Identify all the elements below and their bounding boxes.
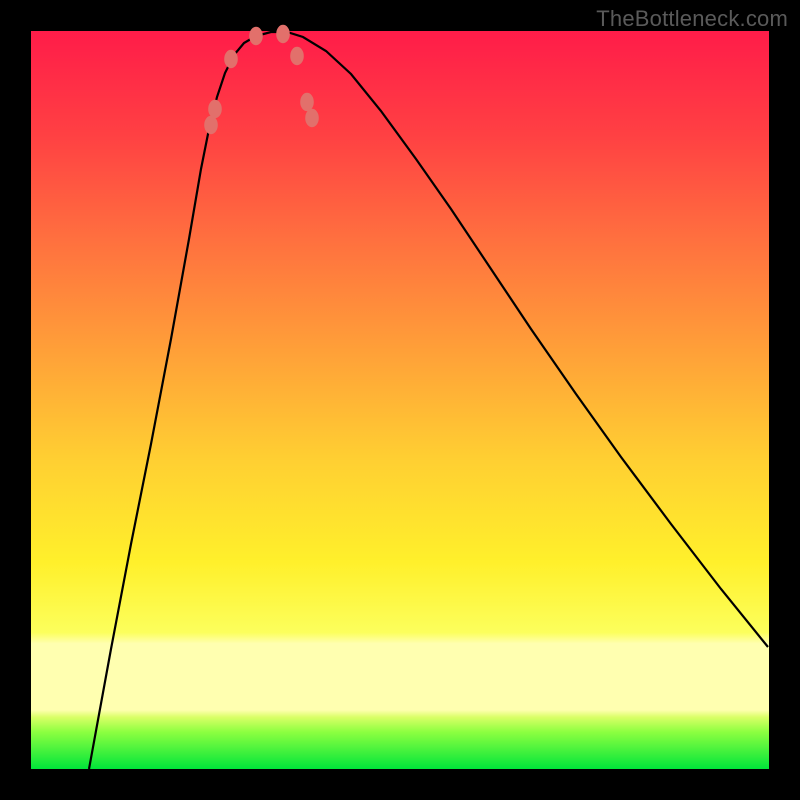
curve-marker bbox=[290, 47, 304, 65]
bottleneck-curve-line bbox=[89, 32, 768, 769]
watermark-text: TheBottleneck.com bbox=[596, 6, 788, 32]
curve-marker bbox=[224, 50, 238, 68]
curve-marker bbox=[300, 93, 314, 111]
curve-marker bbox=[276, 25, 290, 43]
chart-frame: TheBottleneck.com bbox=[0, 0, 800, 800]
curve-marker bbox=[204, 116, 218, 134]
curve-marker bbox=[305, 109, 319, 127]
curve-markers bbox=[204, 25, 319, 134]
curve-marker bbox=[208, 100, 222, 118]
curve-marker bbox=[249, 27, 263, 45]
chart-plot-area bbox=[31, 31, 769, 769]
chart-svg bbox=[31, 31, 769, 769]
